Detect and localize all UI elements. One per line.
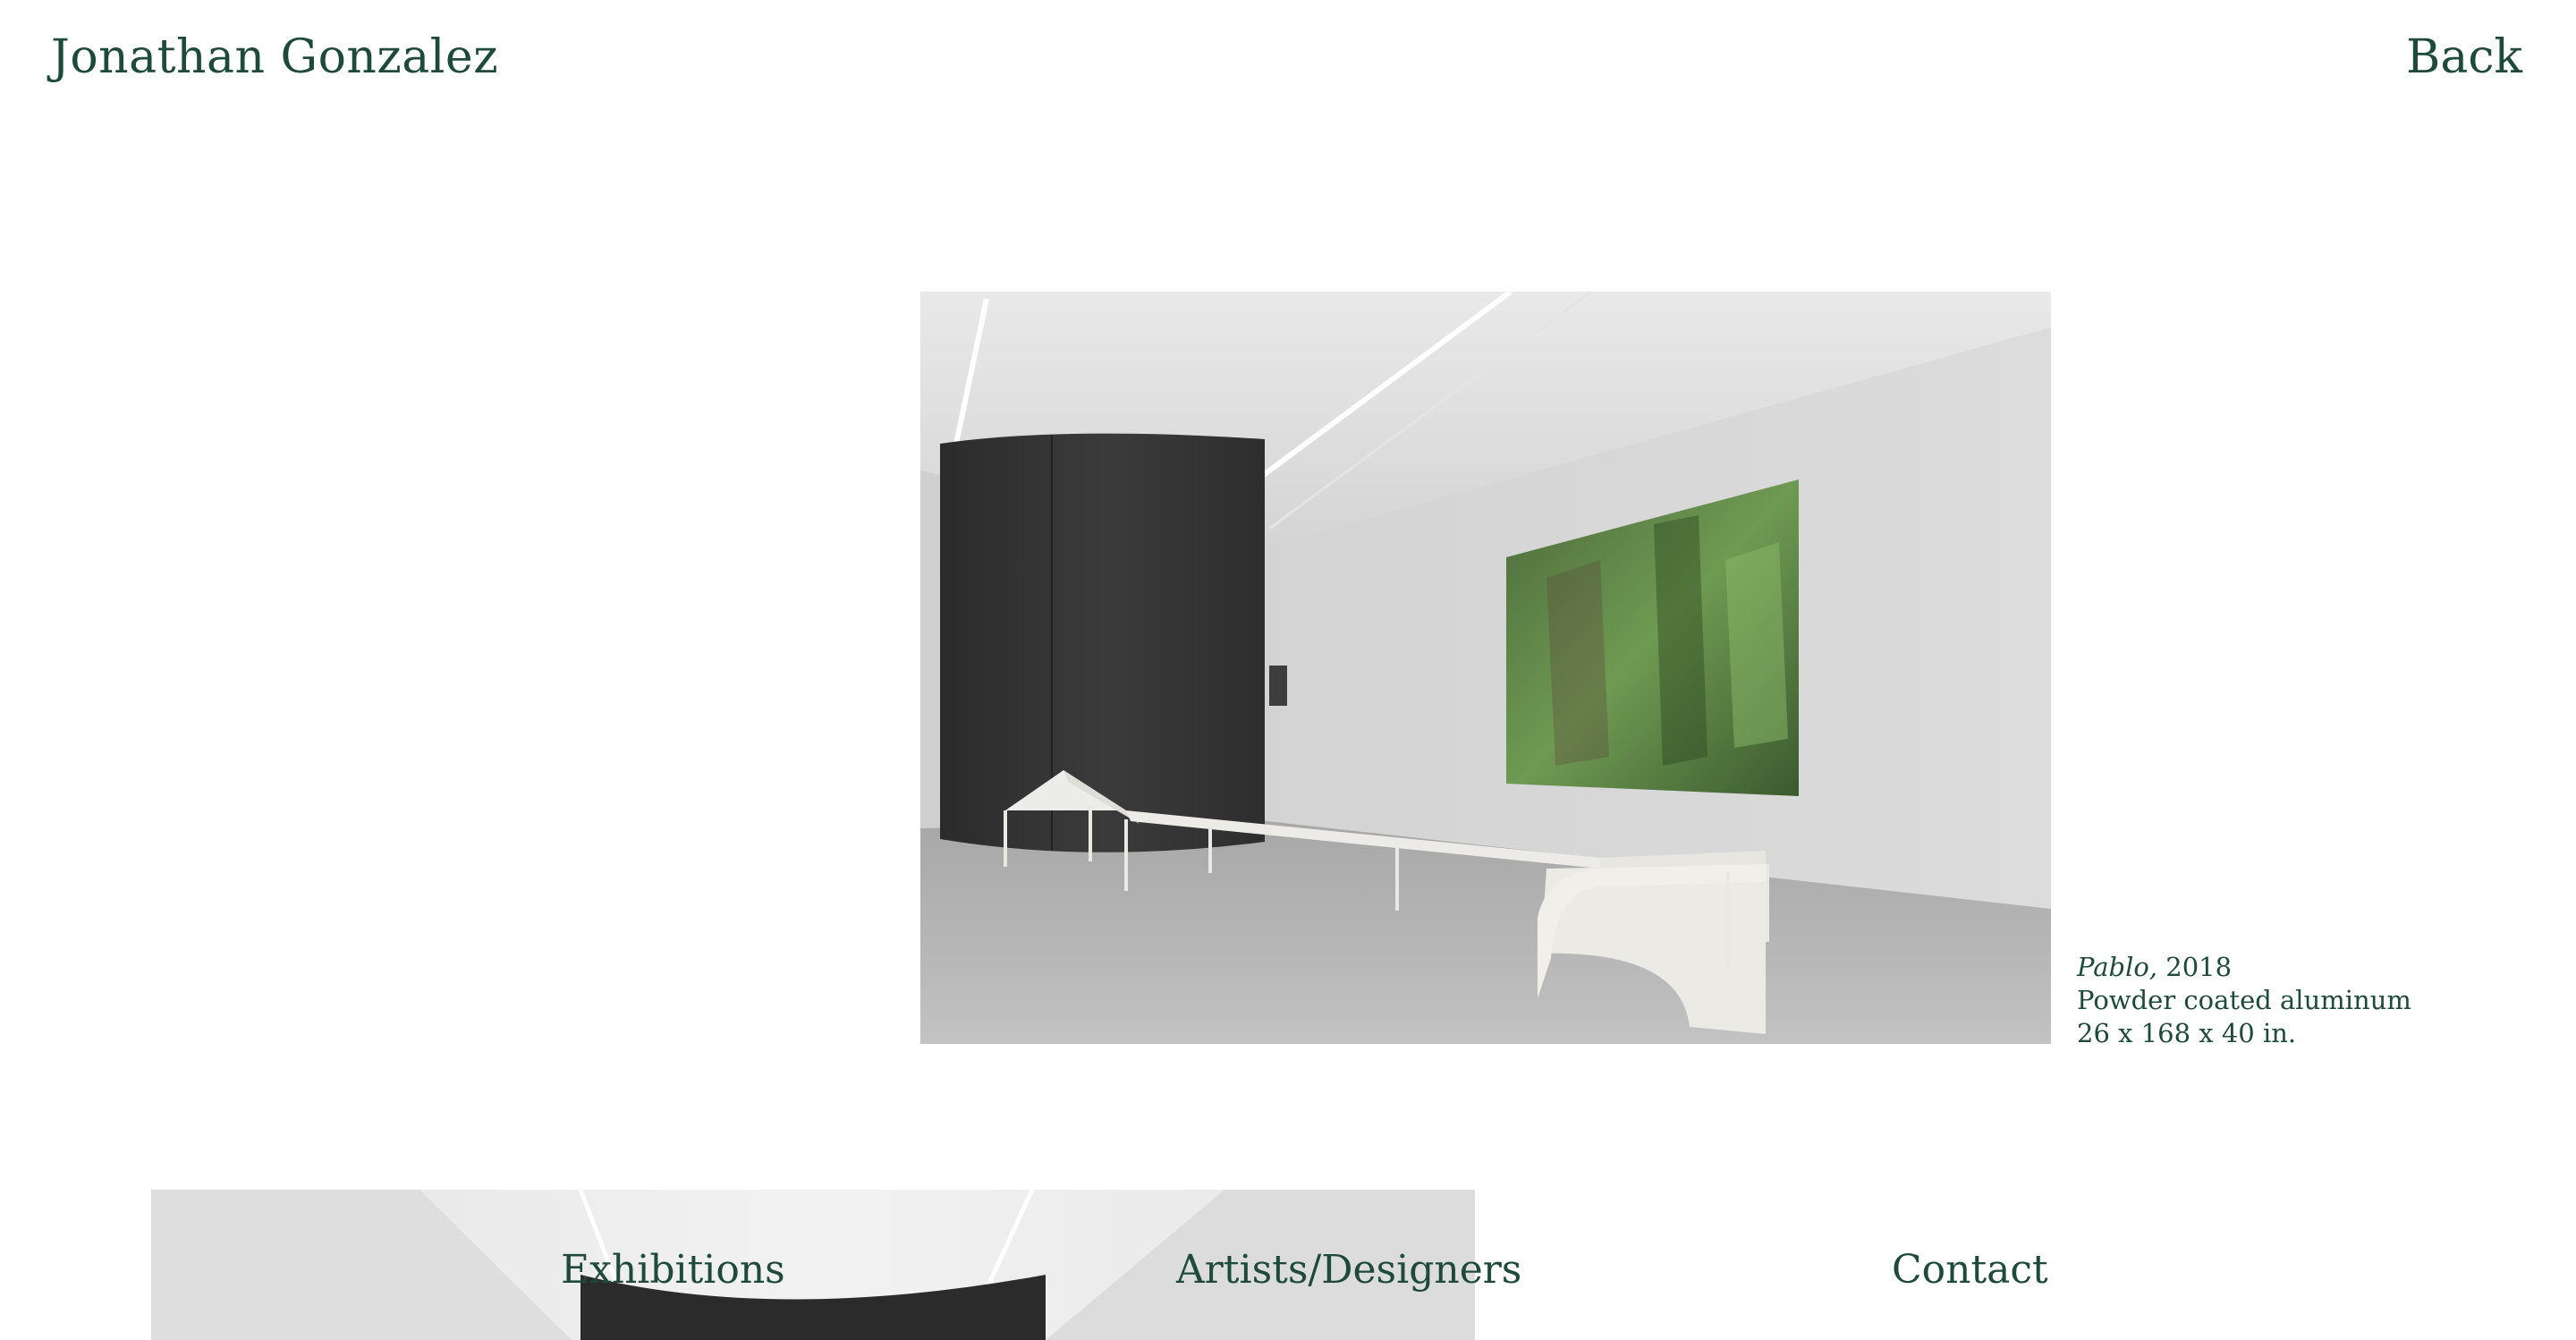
artwork-material: Powder coated aluminum [2077,985,2411,1015]
artwork-image [920,292,2051,1044]
caption-title-line: Pablo, 2018 [2077,951,2411,984]
site-title[interactable]: Jonathan Gonzalez [51,25,498,89]
nav-contact[interactable]: Contact [1892,1243,2048,1297]
artwork-dimensions: 26 x 168 x 40 in. [2077,1018,2297,1048]
nav-artists-designers[interactable]: Artists/Designers [1176,1243,1521,1297]
artwork-year: 2018 [2157,952,2233,982]
artwork-title: Pablo, [2077,952,2158,982]
artwork-caption: Pablo, 2018 Powder coated aluminum 26 x … [2077,951,2411,1050]
back-link[interactable]: Back [2406,25,2522,89]
nav-exhibitions[interactable]: Exhibitions [561,1243,785,1297]
